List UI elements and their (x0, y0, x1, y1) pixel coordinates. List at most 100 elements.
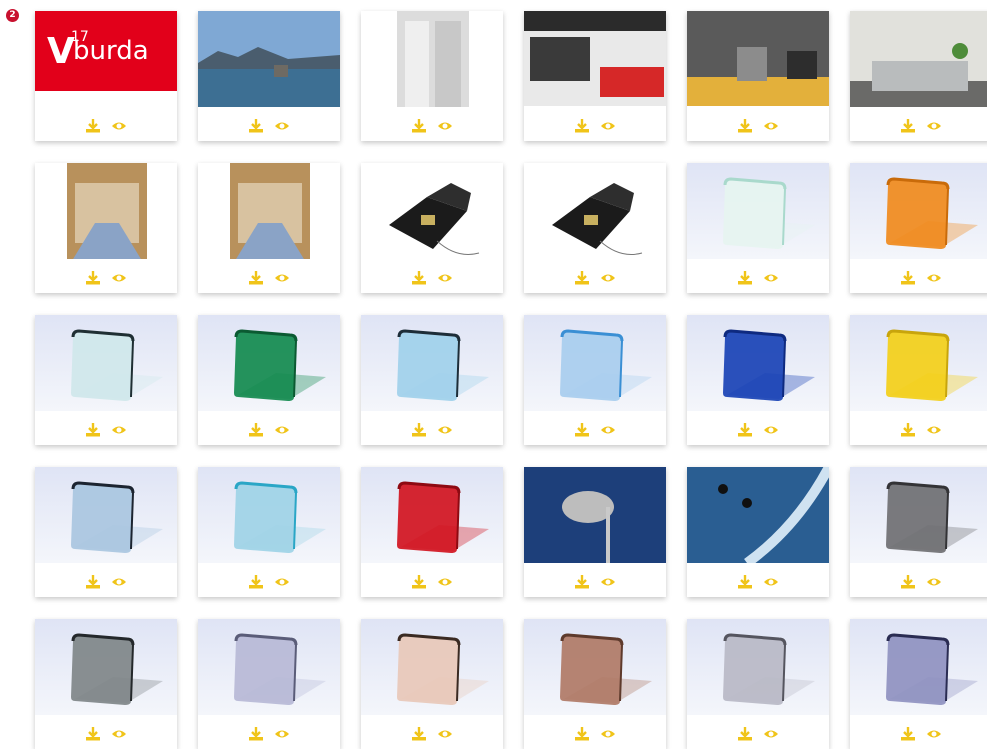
download-icon[interactable] (900, 271, 916, 285)
download-icon[interactable] (248, 423, 264, 437)
eye-icon[interactable] (274, 727, 290, 741)
media-card[interactable] (361, 619, 503, 749)
media-card[interactable] (524, 11, 666, 141)
download-icon[interactable] (900, 727, 916, 741)
media-card[interactable] (687, 315, 829, 445)
download-icon[interactable] (737, 575, 753, 589)
eye-icon[interactable] (111, 119, 127, 133)
media-thumbnail[interactable] (524, 467, 666, 563)
download-icon[interactable] (411, 727, 427, 741)
media-card[interactable] (850, 315, 987, 445)
media-card[interactable] (198, 163, 340, 293)
media-card[interactable] (361, 11, 503, 141)
media-card[interactable] (35, 315, 177, 445)
download-icon[interactable] (248, 575, 264, 589)
media-thumbnail[interactable] (35, 163, 177, 259)
download-icon[interactable] (85, 727, 101, 741)
eye-icon[interactable] (437, 727, 453, 741)
eye-icon[interactable] (437, 271, 453, 285)
media-card[interactable] (524, 619, 666, 749)
media-card[interactable] (361, 315, 503, 445)
sheet-sample-image[interactable] (35, 315, 177, 411)
eye-icon[interactable] (926, 119, 942, 133)
media-thumbnail[interactable] (524, 163, 666, 259)
download-icon[interactable] (737, 271, 753, 285)
media-card[interactable] (687, 619, 829, 749)
sheet-sample-image[interactable] (850, 163, 987, 259)
download-icon[interactable] (574, 727, 590, 741)
download-icon[interactable] (85, 271, 101, 285)
download-icon[interactable] (85, 119, 101, 133)
download-icon[interactable] (737, 119, 753, 133)
media-thumbnail[interactable]: V 17 burda (35, 11, 177, 107)
download-icon[interactable] (574, 119, 590, 133)
download-icon[interactable] (900, 423, 916, 437)
media-thumbnail[interactable] (687, 467, 829, 563)
eye-icon[interactable] (926, 271, 942, 285)
eye-icon[interactable] (600, 119, 616, 133)
media-card[interactable] (850, 11, 987, 141)
media-thumbnail[interactable] (687, 11, 829, 107)
sheet-sample-image[interactable] (361, 315, 503, 411)
eye-icon[interactable] (274, 119, 290, 133)
media-card[interactable]: V 17 burda (35, 11, 177, 141)
sheet-sample-image[interactable] (361, 467, 503, 563)
sheet-sample-image[interactable] (850, 467, 987, 563)
eye-icon[interactable] (111, 727, 127, 741)
eye-icon[interactable] (274, 575, 290, 589)
media-card[interactable] (850, 619, 987, 749)
media-card[interactable] (198, 315, 340, 445)
media-thumbnail[interactable] (850, 11, 987, 107)
download-icon[interactable] (248, 119, 264, 133)
media-thumbnail[interactable] (361, 11, 503, 107)
download-icon[interactable] (411, 423, 427, 437)
sheet-sample-image[interactable] (687, 619, 829, 715)
download-icon[interactable] (411, 575, 427, 589)
eye-icon[interactable] (600, 727, 616, 741)
download-icon[interactable] (574, 423, 590, 437)
eye-icon[interactable] (111, 575, 127, 589)
media-thumbnail[interactable] (198, 163, 340, 259)
sheet-sample-image[interactable] (361, 619, 503, 715)
sheet-sample-image[interactable] (524, 619, 666, 715)
eye-icon[interactable] (763, 119, 779, 133)
eye-icon[interactable] (111, 271, 127, 285)
media-card[interactable] (361, 467, 503, 597)
download-icon[interactable] (248, 727, 264, 741)
eye-icon[interactable] (437, 423, 453, 437)
media-card[interactable] (35, 619, 177, 749)
media-card[interactable] (524, 163, 666, 293)
sheet-sample-image[interactable] (198, 619, 340, 715)
eye-icon[interactable] (274, 423, 290, 437)
eye-icon[interactable] (274, 271, 290, 285)
media-card[interactable] (850, 163, 987, 293)
eye-icon[interactable] (926, 727, 942, 741)
download-icon[interactable] (900, 575, 916, 589)
download-icon[interactable] (900, 119, 916, 133)
sheet-sample-image[interactable] (35, 619, 177, 715)
download-icon[interactable] (737, 423, 753, 437)
media-card[interactable] (198, 467, 340, 597)
eye-icon[interactable] (437, 575, 453, 589)
download-icon[interactable] (411, 271, 427, 285)
media-card[interactable] (198, 11, 340, 141)
sheet-sample-image[interactable] (850, 619, 987, 715)
media-card[interactable] (35, 467, 177, 597)
download-icon[interactable] (85, 575, 101, 589)
download-icon[interactable] (411, 119, 427, 133)
download-icon[interactable] (574, 271, 590, 285)
media-thumbnail[interactable] (198, 11, 340, 107)
media-card[interactable] (524, 315, 666, 445)
sheet-sample-image[interactable] (524, 315, 666, 411)
media-card[interactable] (850, 467, 987, 597)
media-card[interactable] (687, 163, 829, 293)
sheet-sample-image[interactable] (850, 315, 987, 411)
eye-icon[interactable] (600, 575, 616, 589)
media-card[interactable] (687, 467, 829, 597)
eye-icon[interactable] (763, 575, 779, 589)
media-card[interactable] (198, 619, 340, 749)
eye-icon[interactable] (926, 575, 942, 589)
download-icon[interactable] (737, 727, 753, 741)
sheet-sample-image[interactable] (198, 467, 340, 563)
eye-icon[interactable] (763, 271, 779, 285)
